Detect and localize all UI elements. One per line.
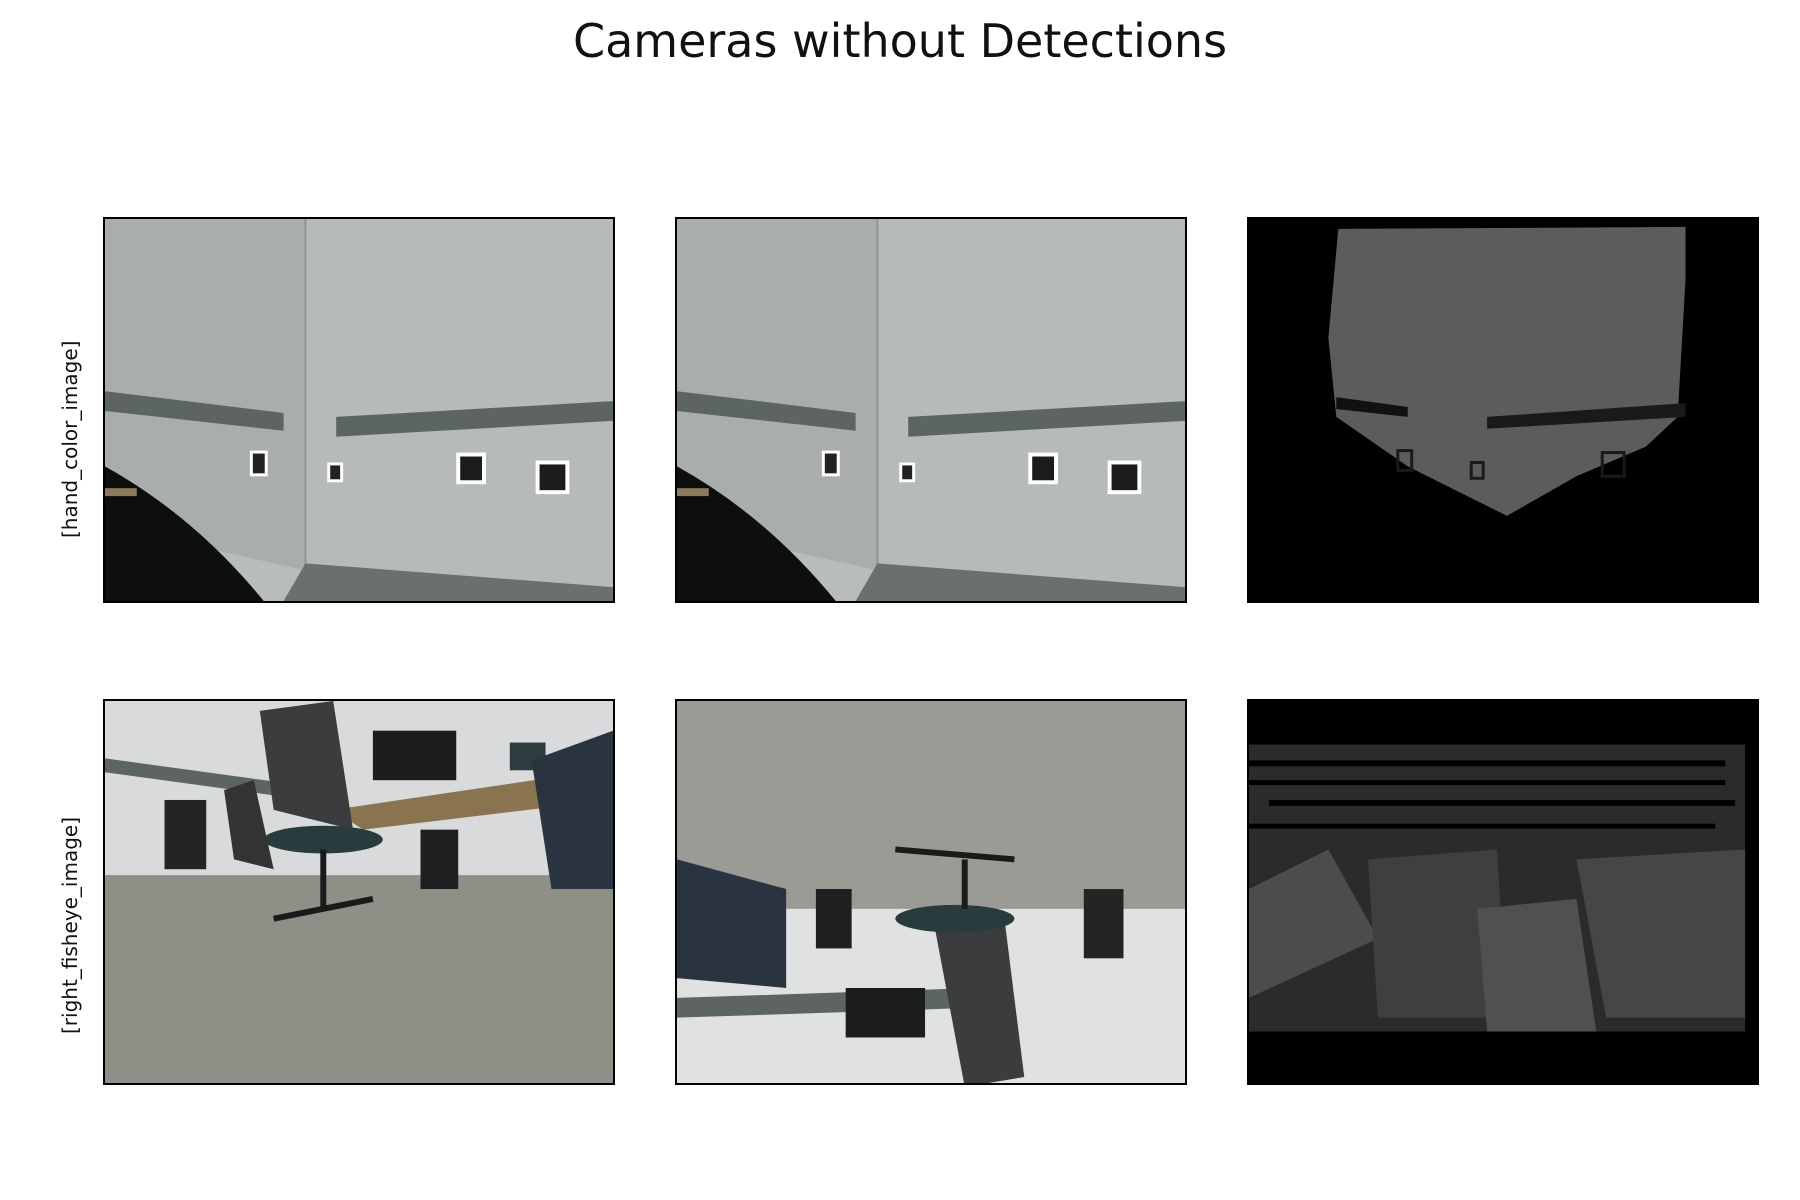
hand-depth-image-panel [1247, 217, 1759, 603]
right-fisheye-depth-image [1249, 701, 1757, 1083]
right-fisheye-image [105, 701, 613, 1083]
figure-title: Cameras without Detections [572, 14, 1228, 68]
hand-color-image-copy [677, 219, 1185, 601]
right-fisheye-image-panel [103, 699, 615, 1085]
hand-color-image-panel [103, 217, 615, 603]
row-label-right-fisheye-image: [right_fisheye_image] [58, 816, 82, 1034]
row-label-hand-color-image: [hand_color_image] [58, 340, 82, 538]
hand-color-image-panel-2 [675, 217, 1187, 603]
right-fisheye-image-rotated [677, 701, 1185, 1083]
hand-color-image [105, 219, 613, 601]
right-fisheye-depth-panel [1247, 699, 1759, 1085]
right-fisheye-image-panel-2 [675, 699, 1187, 1085]
hand-depth-image [1249, 219, 1757, 601]
